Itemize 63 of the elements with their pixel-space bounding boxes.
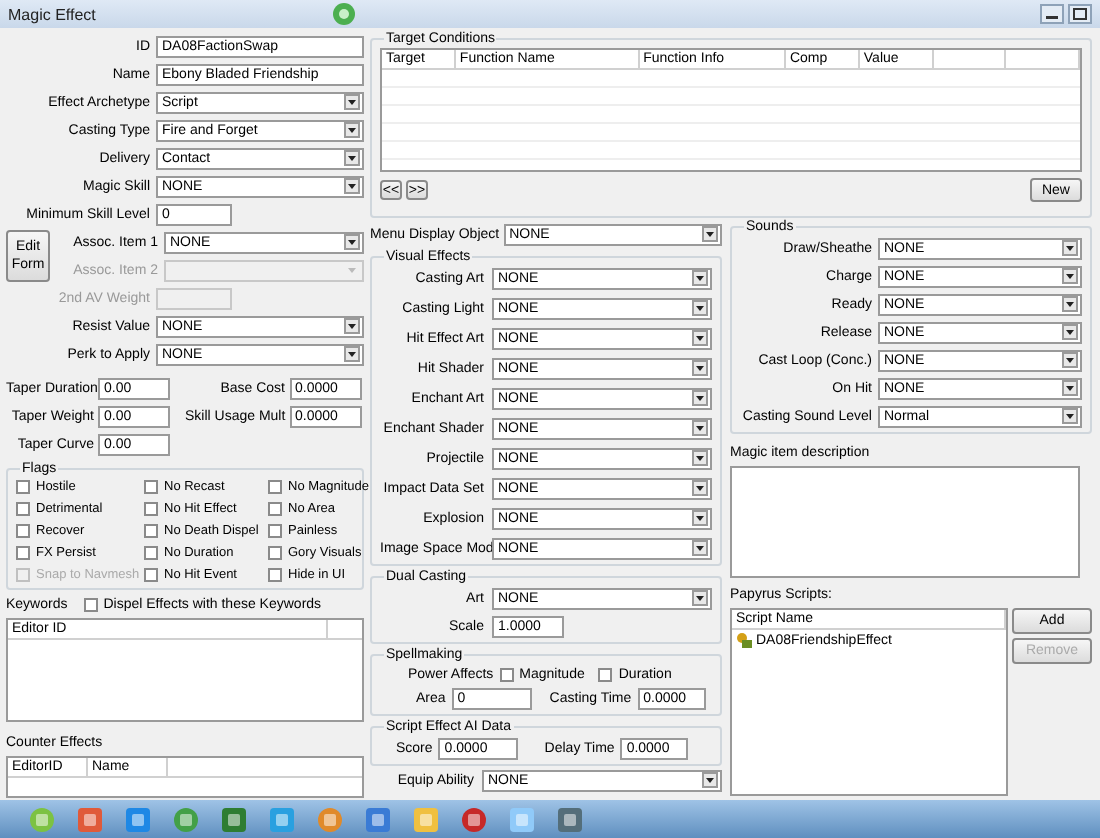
dropdown-arrow-icon	[1062, 240, 1078, 256]
dropdown-arrow-icon	[692, 590, 708, 606]
dropdown-arrow-icon	[692, 480, 708, 496]
window-title: Magic Effect	[8, 5, 96, 23]
dropdown-arrow-icon	[692, 270, 708, 286]
checkbox[interactable]	[144, 524, 158, 538]
dropdown-arrow-icon	[1062, 408, 1078, 424]
dropdown-arrow-icon	[344, 178, 360, 194]
taskbar-app-icon[interactable]	[412, 805, 440, 833]
dropdown-arrow-icon	[692, 360, 708, 376]
taskbar-app-icon[interactable]	[508, 805, 536, 833]
taskbar-app-icon[interactable]	[556, 805, 584, 833]
checkbox[interactable]	[268, 480, 282, 494]
taskbar-app-icon[interactable]	[364, 805, 392, 833]
dropdown-arrow-icon	[344, 150, 360, 166]
script-icon	[736, 632, 752, 648]
taskbar-app-icon[interactable]	[172, 805, 200, 833]
checkbox[interactable]	[268, 502, 282, 516]
description-textarea[interactable]	[730, 466, 1080, 578]
dropdown-arrow-icon	[702, 226, 718, 242]
dropdown-arrow-icon	[344, 234, 360, 250]
taskbar-app-icon[interactable]	[316, 805, 344, 833]
dropdown-arrow-icon	[692, 540, 708, 556]
checkbox[interactable]	[83, 597, 98, 611]
checkbox[interactable]	[268, 524, 282, 538]
checkbox[interactable]	[144, 546, 158, 560]
dropdown-arrow-icon	[344, 122, 360, 138]
minimize-icon[interactable]	[1040, 4, 1064, 24]
dropdown-arrow-icon	[1062, 268, 1078, 284]
dropdown-arrow-icon	[692, 450, 708, 466]
checkbox[interactable]	[598, 668, 613, 682]
taskbar-app-icon[interactable]	[268, 805, 296, 833]
checkbox[interactable]	[268, 568, 282, 582]
taskbar-app-icon[interactable]	[28, 805, 56, 833]
dropdown-arrow-icon	[692, 420, 708, 436]
dropdown-arrow-icon	[344, 94, 360, 110]
checkbox[interactable]	[16, 480, 30, 494]
dropdown-arrow-icon	[692, 510, 708, 526]
maximize-icon[interactable]	[1068, 4, 1092, 24]
checkbox[interactable]	[16, 524, 30, 538]
checkbox[interactable]	[16, 502, 30, 516]
dropdown-arrow-icon	[344, 262, 360, 278]
dropdown-arrow-icon	[692, 300, 708, 316]
checkbox[interactable]	[144, 568, 158, 582]
taskbar-app-icon[interactable]	[220, 805, 248, 833]
dropdown-arrow-icon	[692, 330, 708, 346]
app-icon	[331, 2, 356, 26]
taskbar-app-icon[interactable]	[124, 805, 152, 833]
checkbox[interactable]	[268, 546, 282, 560]
checkbox[interactable]	[144, 480, 158, 494]
dropdown-arrow-icon	[1062, 324, 1078, 340]
checkbox[interactable]	[499, 668, 514, 682]
dropdown-arrow-icon	[344, 318, 360, 334]
taskbar-app-icon[interactable]	[460, 805, 488, 833]
taskbar-app-icon[interactable]	[76, 805, 104, 833]
dropdown-arrow-icon	[1062, 352, 1078, 368]
dropdown-arrow-icon	[1062, 296, 1078, 312]
dropdown-arrow-icon	[702, 772, 718, 788]
dropdown-arrow-icon	[344, 346, 360, 362]
dropdown-arrow-icon	[692, 390, 708, 406]
checkbox[interactable]	[144, 502, 158, 516]
checkbox[interactable]	[16, 546, 30, 560]
dropdown-arrow-icon	[1062, 380, 1078, 396]
